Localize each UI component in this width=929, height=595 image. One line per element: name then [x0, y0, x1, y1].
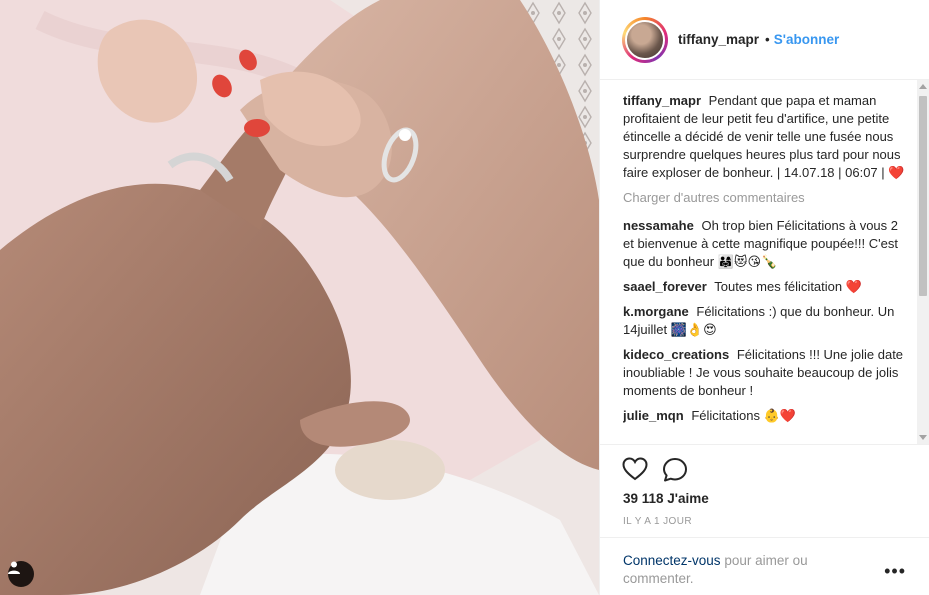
- avatar-image[interactable]: [625, 19, 665, 60]
- post-photo[interactable]: [0, 0, 599, 595]
- comment-text: Félicitations: [691, 408, 760, 423]
- instagram-post-modal: tiffany_mapr • S'abonner tiffany_mapr Pe…: [0, 0, 929, 595]
- comment-emoji: 🎆👌😍: [670, 323, 717, 338]
- login-link[interactable]: Connectez-vous: [623, 553, 721, 568]
- likes-count[interactable]: 39 118 J'aime: [623, 491, 709, 506]
- scrollbar-thumb[interactable]: [919, 96, 927, 296]
- comment-text: Toutes mes félicitation: [714, 279, 843, 294]
- comments-list: tiffany_mapr Pendant que papa et maman p…: [623, 92, 908, 444]
- header-separator: •: [765, 32, 770, 47]
- comment-username[interactable]: julie_mqn: [623, 408, 684, 423]
- login-prompt: Connectez-vous pour aimer ou commenter. …: [600, 537, 929, 595]
- more-options-button[interactable]: •••: [884, 562, 906, 580]
- caption-emoji: ❤️: [888, 166, 905, 181]
- post-actions: 39 118 J'aime IL Y A 1 JOUR: [600, 444, 929, 544]
- load-more-comments-button[interactable]: Charger d'autres commentaires: [623, 189, 908, 207]
- comment-item: k.morgane Félicitations :) que du bonheu…: [623, 303, 908, 340]
- comments-scrollbar[interactable]: [917, 80, 929, 444]
- tagged-people-icon[interactable]: [8, 561, 34, 587]
- post-header: tiffany_mapr • S'abonner: [600, 0, 929, 80]
- speech-bubble-icon[interactable]: [662, 457, 688, 483]
- comment-item: saael_forever Toutes mes félicitation ❤️: [623, 278, 908, 297]
- comment-emoji: 👨‍👩‍👧😻😘🍾: [717, 255, 778, 270]
- post-timestamp[interactable]: IL Y A 1 JOUR: [623, 516, 692, 527]
- scroll-up-arrow-icon[interactable]: [919, 84, 927, 89]
- post-sidebar: tiffany_mapr • S'abonner tiffany_mapr Pe…: [599, 0, 929, 595]
- caption-username[interactable]: tiffany_mapr: [623, 93, 701, 108]
- comment-item: julie_mqn Félicitations 👶❤️: [623, 407, 908, 426]
- comment-username[interactable]: saael_forever: [623, 279, 707, 294]
- caption: tiffany_mapr Pendant que papa et maman p…: [623, 92, 908, 183]
- comment-item: nessamahe Oh trop bien Félicitations à v…: [623, 217, 908, 272]
- avatar[interactable]: [622, 16, 668, 63]
- comment-item: kideco_creations Félicitations !!! Une j…: [623, 346, 908, 401]
- action-icons-row: [622, 457, 688, 483]
- comment-emoji: ❤️: [845, 280, 862, 295]
- header-username[interactable]: tiffany_mapr: [678, 32, 759, 47]
- comment-emoji: 👶❤️: [763, 409, 796, 424]
- photo-illustration: [0, 0, 599, 595]
- scroll-down-arrow-icon[interactable]: [919, 435, 927, 440]
- comment-username[interactable]: k.morgane: [623, 304, 689, 319]
- heart-outline-icon[interactable]: [622, 457, 648, 483]
- comment-username[interactable]: nessamahe: [623, 218, 694, 233]
- follow-button[interactable]: S'abonner: [774, 32, 839, 47]
- comment-username[interactable]: kideco_creations: [623, 347, 729, 362]
- login-message: Connectez-vous pour aimer ou commenter.: [623, 552, 863, 588]
